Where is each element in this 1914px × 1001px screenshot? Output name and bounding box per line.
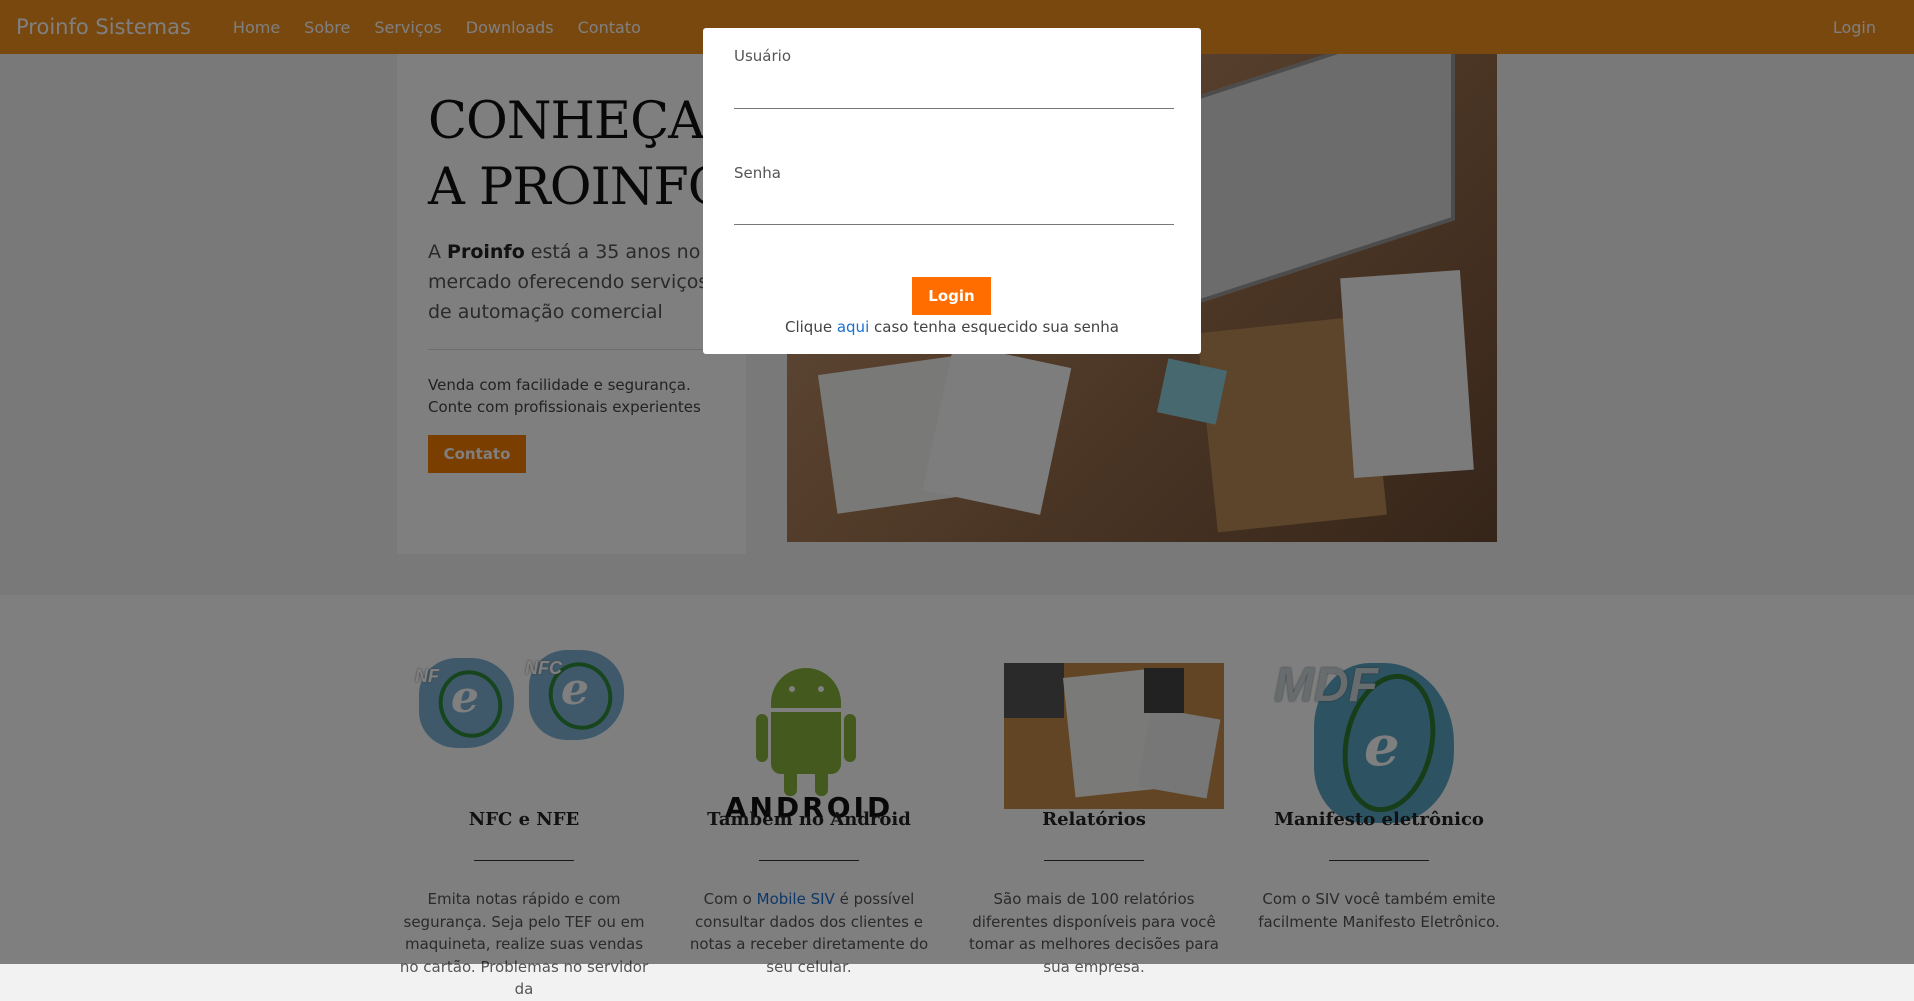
senha-input[interactable]: [734, 188, 1174, 225]
login-modal: Usuário Senha Login Clique aqui caso ten…: [703, 28, 1201, 354]
login-button[interactable]: Login: [912, 277, 991, 315]
senha-label: Senha: [734, 164, 781, 182]
forgot-post: caso tenha esquecido sua senha: [869, 318, 1119, 336]
usuario-label: Usuário: [734, 47, 792, 65]
forgot-pre: Clique: [785, 318, 837, 336]
forgot-password-text: Clique aqui caso tenha esquecido sua sen…: [703, 318, 1201, 336]
forgot-password-link[interactable]: aqui: [837, 318, 869, 336]
usuario-input[interactable]: [734, 72, 1174, 109]
